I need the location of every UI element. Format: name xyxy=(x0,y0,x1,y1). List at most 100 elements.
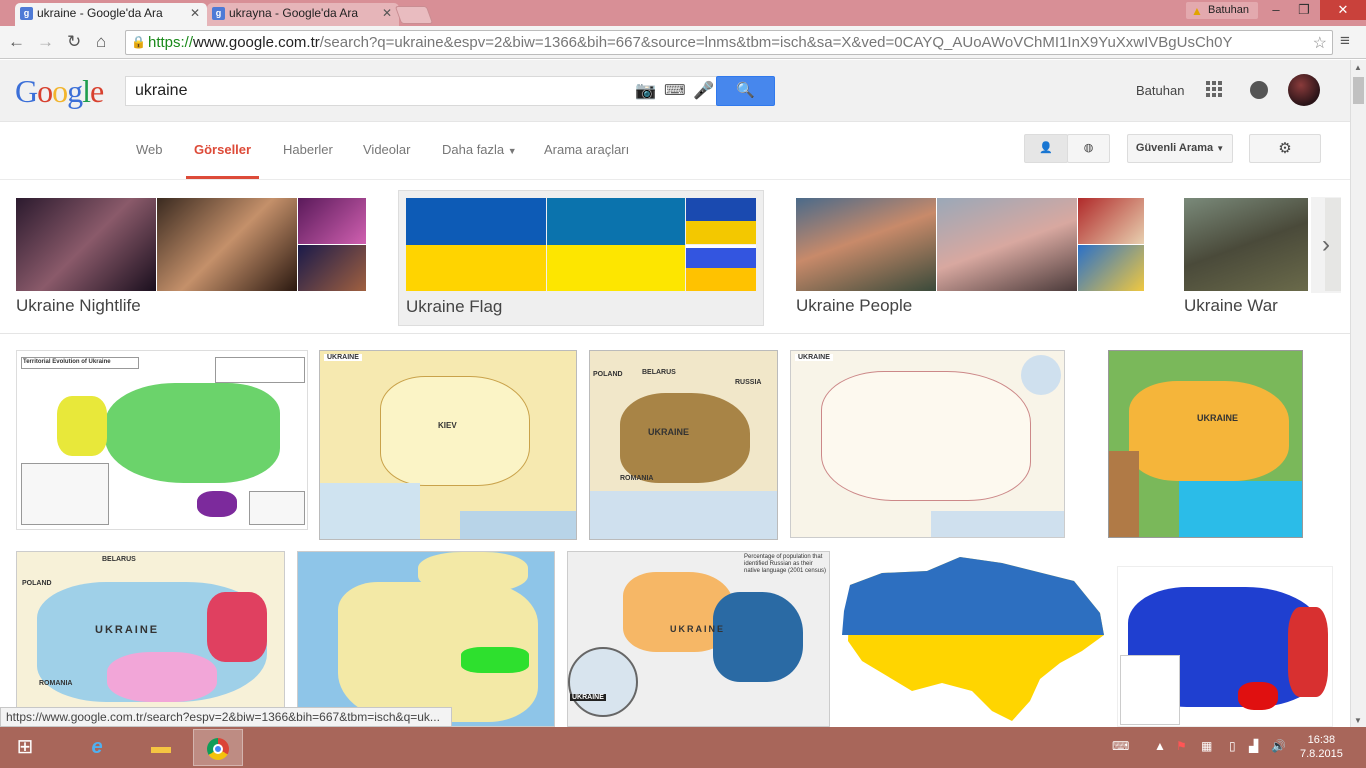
map-label: KIEV xyxy=(438,421,457,430)
search-icon: 🔍 xyxy=(736,82,755,99)
scroll-down-icon[interactable]: ▼ xyxy=(1354,716,1362,725)
related-image xyxy=(298,198,366,244)
url-path: /search?q=ukraine&espv=2&biw=1366&bih=66… xyxy=(319,34,1233,51)
image-result[interactable]: UKRAINE KIEV xyxy=(319,350,577,540)
chrome-menu-icon[interactable]: ≡ xyxy=(1340,31,1350,51)
map-label: Percentage of population that identified… xyxy=(744,554,827,574)
tab-videos[interactable]: Videolar xyxy=(363,142,410,157)
camera-icon[interactable]: 📷 xyxy=(635,81,656,101)
map-label: UKRAINE xyxy=(670,624,726,634)
related-image xyxy=(1078,198,1144,244)
google-logo[interactable]: Google xyxy=(15,73,104,110)
image-result[interactable]: UKRAINE POLAND BELARUS ROMANIA xyxy=(16,551,285,727)
image-result[interactable]: UKRAINE POLAND BELARUS RUSSIA ROMANIA xyxy=(589,350,778,540)
browser-tab-active[interactable]: g ukraine - Google'da Ara ✕ xyxy=(15,3,207,26)
apps-grid-icon[interactable] xyxy=(1206,81,1222,97)
bookmark-star-icon[interactable]: ☆ xyxy=(1312,33,1327,53)
dropdown-arrow-icon: ▼ xyxy=(1216,144,1225,153)
action-center-icon[interactable]: ▦ xyxy=(1201,739,1212,753)
settings-button[interactable]: ⚙ xyxy=(1249,134,1321,163)
divider xyxy=(0,333,1350,334)
new-tab-button[interactable] xyxy=(394,6,434,24)
user-name[interactable]: Batuhan xyxy=(1136,83,1184,98)
related-search-people[interactable]: Ukraine People xyxy=(796,190,1146,326)
address-bar-row: ← → ↻ ⌂ 🔒 https://www.google.com.tr/sear… xyxy=(0,26,1366,59)
image-result[interactable]: UKRAINE xyxy=(790,350,1065,538)
related-image xyxy=(937,198,1077,291)
related-image-flag xyxy=(406,198,546,291)
tab-search-tools[interactable]: Arama araçları xyxy=(544,142,629,157)
related-next-arrow[interactable]: › xyxy=(1311,197,1341,293)
related-image-flag xyxy=(547,198,685,291)
search-button[interactable]: 🔍 xyxy=(716,76,775,106)
forward-icon[interactable]: → xyxy=(37,32,54,52)
lock-icon: 🔒 xyxy=(131,35,146,49)
search-input[interactable]: ukraine xyxy=(125,76,717,106)
image-result[interactable] xyxy=(297,551,555,727)
google-favicon-icon: g xyxy=(212,7,225,20)
person-icon: 👤 xyxy=(1039,142,1053,154)
network-status-icon[interactable]: ⚑ xyxy=(1176,739,1187,753)
maximize-button[interactable]: ❐ xyxy=(1290,0,1318,20)
related-image xyxy=(796,198,936,291)
home-icon[interactable]: ⌂ xyxy=(96,32,106,52)
image-result[interactable]: Percentage of population that identified… xyxy=(567,551,830,727)
reload-icon[interactable]: ↻ xyxy=(67,32,81,52)
related-label: Ukraine War xyxy=(1184,296,1278,315)
image-result[interactable] xyxy=(1117,566,1333,727)
tab-news[interactable]: Haberler xyxy=(283,142,333,157)
close-tab-icon[interactable]: ✕ xyxy=(190,6,200,20)
image-result[interactable]: UKRAINE xyxy=(1108,350,1303,538)
map-label: ROMANIA xyxy=(620,475,654,482)
map-label: BELARUS xyxy=(102,556,136,563)
battery-icon[interactable]: ▯ xyxy=(1229,739,1236,753)
gear-icon: ⚙ xyxy=(1278,140,1292,157)
profile-warning-badge[interactable]: ▲ Batuhan xyxy=(1186,2,1258,19)
avatar[interactable] xyxy=(1288,74,1320,106)
tab-web[interactable]: Web xyxy=(136,142,163,157)
file-explorer-icon[interactable]: ▬ xyxy=(136,729,186,766)
page-scrollbar[interactable]: ▲ ▼ xyxy=(1350,60,1366,727)
keyboard-icon[interactable]: ⌨ xyxy=(664,81,686,99)
tab-images[interactable]: Görseller xyxy=(194,142,251,157)
map-label: UKRAINE xyxy=(95,624,160,636)
windows-start-icon[interactable]: ⊞ xyxy=(0,729,50,766)
image-result[interactable] xyxy=(842,551,1105,727)
tab-title: ukrayna - Google'da Ara xyxy=(229,6,359,20)
chrome-taskbar-icon[interactable] xyxy=(193,729,243,766)
related-image xyxy=(298,245,366,291)
keyboard-tray-icon[interactable]: ⌨ xyxy=(1112,739,1129,753)
internet-explorer-icon[interactable]: e xyxy=(72,729,122,766)
close-window-button[interactable]: ✕ xyxy=(1320,0,1366,20)
map-label: POLAND xyxy=(593,371,623,378)
scrollbar-thumb[interactable] xyxy=(1353,77,1364,104)
signal-icon[interactable]: ▟ xyxy=(1249,739,1258,753)
url-field[interactable]: 🔒 https://www.google.com.tr/search?q=ukr… xyxy=(125,30,1333,55)
scroll-up-icon[interactable]: ▲ xyxy=(1354,63,1362,72)
related-image xyxy=(157,198,297,291)
microphone-icon[interactable]: 🎤 xyxy=(693,81,714,101)
browser-tab-inactive[interactable]: g ukrayna - Google'da Ara ✕ xyxy=(207,3,399,26)
related-label: Ukraine People xyxy=(796,296,913,315)
related-search-nightlife[interactable]: Ukraine Nightlife xyxy=(16,190,368,326)
tab-more-label: Daha fazla xyxy=(442,142,505,157)
url-scheme: https:// xyxy=(148,34,194,51)
safe-search-dropdown[interactable]: Güvenli Arama ▼ xyxy=(1127,134,1233,163)
tab-more[interactable]: Daha fazla ▼ xyxy=(442,142,517,157)
map-label: UKRAINE xyxy=(648,427,690,437)
tab-title: ukraine - Google'da Ara xyxy=(37,6,163,20)
close-tab-icon[interactable]: ✕ xyxy=(382,6,392,20)
back-icon[interactable]: ← xyxy=(8,32,25,52)
minimize-button[interactable]: – xyxy=(1262,0,1290,20)
ukraine-flag-map xyxy=(842,557,1104,721)
globe-view-button[interactable]: ◍ xyxy=(1067,134,1110,163)
related-search-flag[interactable]: Ukraine Flag xyxy=(398,190,764,326)
person-view-button[interactable]: 👤 xyxy=(1024,134,1068,163)
notifications-bell-icon[interactable] xyxy=(1250,81,1268,99)
image-result[interactable]: Territorial Evolution of Ukraine xyxy=(16,350,308,530)
search-tabs-bar: Web Görseller Haberler Videolar Daha faz… xyxy=(0,122,1350,180)
selected-tab-indicator xyxy=(186,176,259,179)
system-clock[interactable]: 16:38 7.8.2015 xyxy=(1300,733,1343,761)
volume-icon[interactable]: 🔊 xyxy=(1271,739,1286,753)
show-hidden-icons[interactable]: ▲ xyxy=(1154,739,1166,753)
